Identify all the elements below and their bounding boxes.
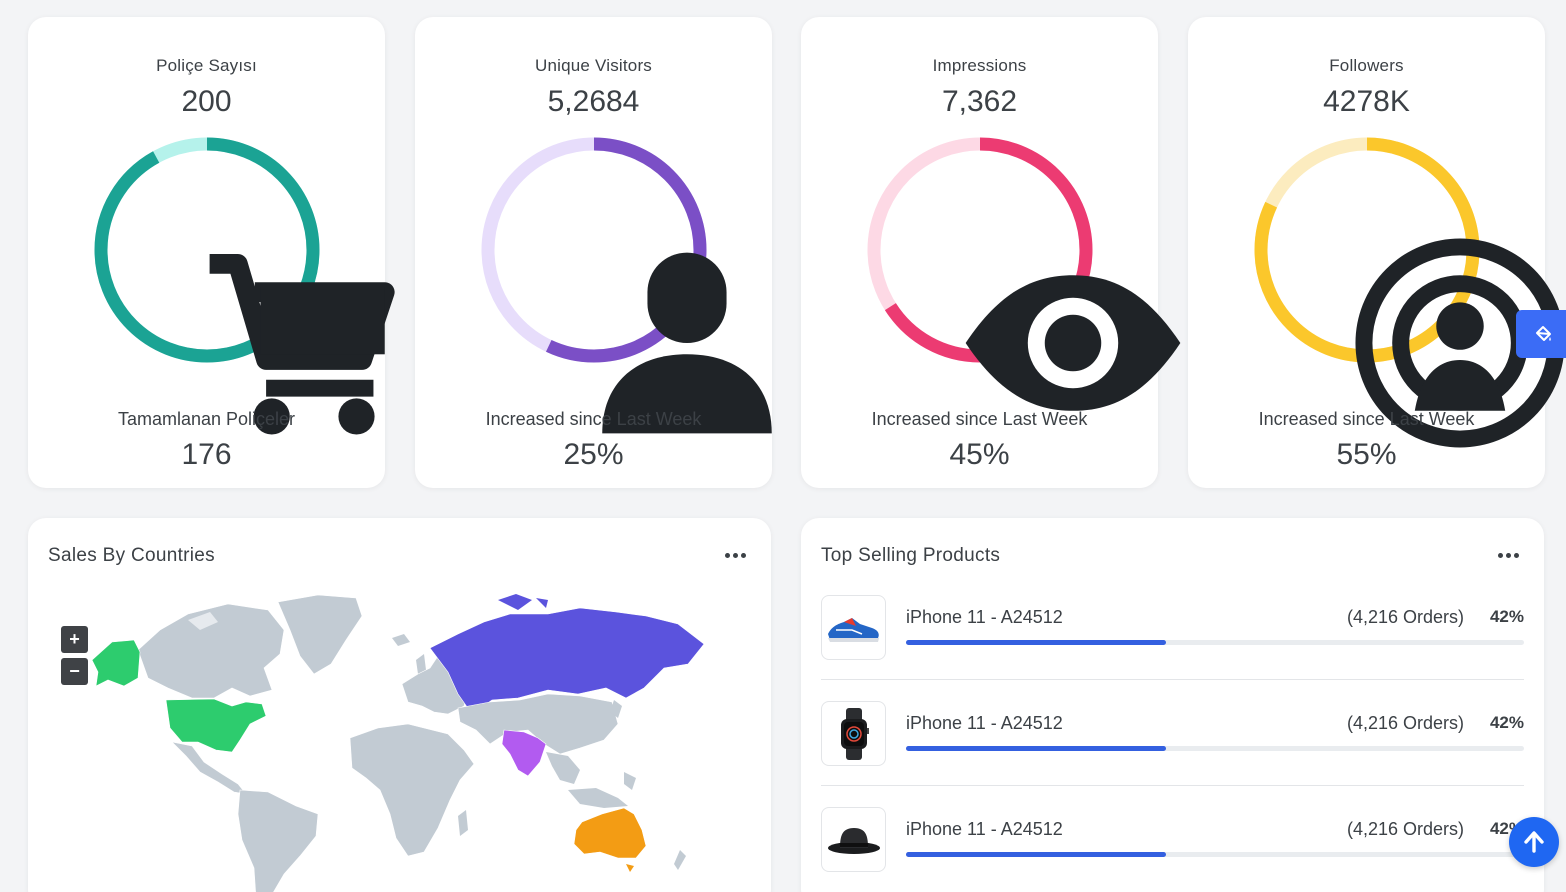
product-progress-bar [906,852,1166,857]
stat-subtitle: Increased since Last Week [871,409,1088,429]
product-row[interactable]: iPhone 11 - A24512 (4,216 Orders) 42% [821,595,1524,680]
map-region-australia [573,807,647,859]
cart-icon [187,230,395,435]
user-icon [574,230,772,434]
paint-bucket-icon [1533,324,1553,344]
product-progress-track [906,640,1524,645]
stat-card-followers: Followers 4278K Increased since Last Wee… [1188,17,1565,488]
product-progress-bar [906,640,1166,645]
progress-ring [1254,137,1565,448]
product-name: iPhone 11 - A24512 [906,713,1063,733]
stat-title: Impressions [932,56,1027,75]
back-to-top-button[interactable] [1509,817,1559,867]
hat-image [821,807,886,872]
smartwatch-image [821,701,886,766]
divider [821,785,1524,786]
stat-value: 7,362 [941,85,1018,118]
sales-by-countries-panel: Sales By Countries + − [28,518,771,892]
stat-value: 5,2684 [547,85,640,118]
stat-card-unique-visitors: Unique Visitors 5,2684 Increased since L… [415,17,772,488]
stat-value: 200 [181,85,232,118]
divider [821,679,1524,680]
stat-footer-value: 176 [181,438,232,471]
progress-ring [481,137,772,434]
product-orders: (4,216 Orders) [1346,819,1464,839]
eye-icon [960,230,1181,411]
stat-title: Followers [1329,56,1404,75]
stat-card-impressions: Impressions 7,362 Increased since Last W… [801,17,1181,488]
more-horizontal-icon[interactable] [1498,544,1524,564]
world-map[interactable] [28,518,771,892]
map-region-alaska [91,639,141,687]
product-percent: 42% [1489,607,1524,626]
progress-ring [94,137,395,435]
product-row[interactable]: iPhone 11 - A24512 (4,216 Orders) 42% [821,701,1524,786]
stat-footer-value: 45% [949,438,1010,471]
product-percent: 42% [1489,713,1524,732]
stat-footer-value: 25% [563,438,624,471]
panel-title: Top Selling Products [821,545,1001,566]
sneaker-image [821,595,886,660]
stat-subtitle: Increased since Last Week [1258,409,1475,429]
stat-title: Poliçe Sayısı [156,56,257,75]
progress-ring [867,137,1181,411]
arrow-up-icon [1524,831,1544,853]
product-progress-bar [906,746,1166,751]
stat-value: 4278K [1323,85,1410,118]
broadcast-icon [1347,230,1565,448]
stat-title: Unique Visitors [534,56,653,75]
product-row[interactable]: iPhone 11 - A24512 (4,216 Orders) 42% [821,807,1524,873]
customizer-button[interactable] [1516,310,1566,358]
product-orders: (4,216 Orders) [1346,713,1464,733]
product-name: iPhone 11 - A24512 [906,607,1063,627]
stat-subtitle: Increased since Last Week [485,409,702,429]
product-progress-track [906,852,1524,857]
product-name: iPhone 11 - A24512 [906,819,1063,839]
stat-footer-value: 55% [1336,438,1397,471]
top-selling-products-panel: Top Selling Products iPhone 11 - A24512 … [801,518,1544,892]
product-progress-track [906,746,1524,751]
stat-card-policies: Poliçe Sayısı 200 Tamamlanan Poliçeler 1… [28,17,395,488]
product-orders: (4,216 Orders) [1346,607,1464,627]
stat-subtitle: Tamamlanan Poliçeler [117,409,296,429]
